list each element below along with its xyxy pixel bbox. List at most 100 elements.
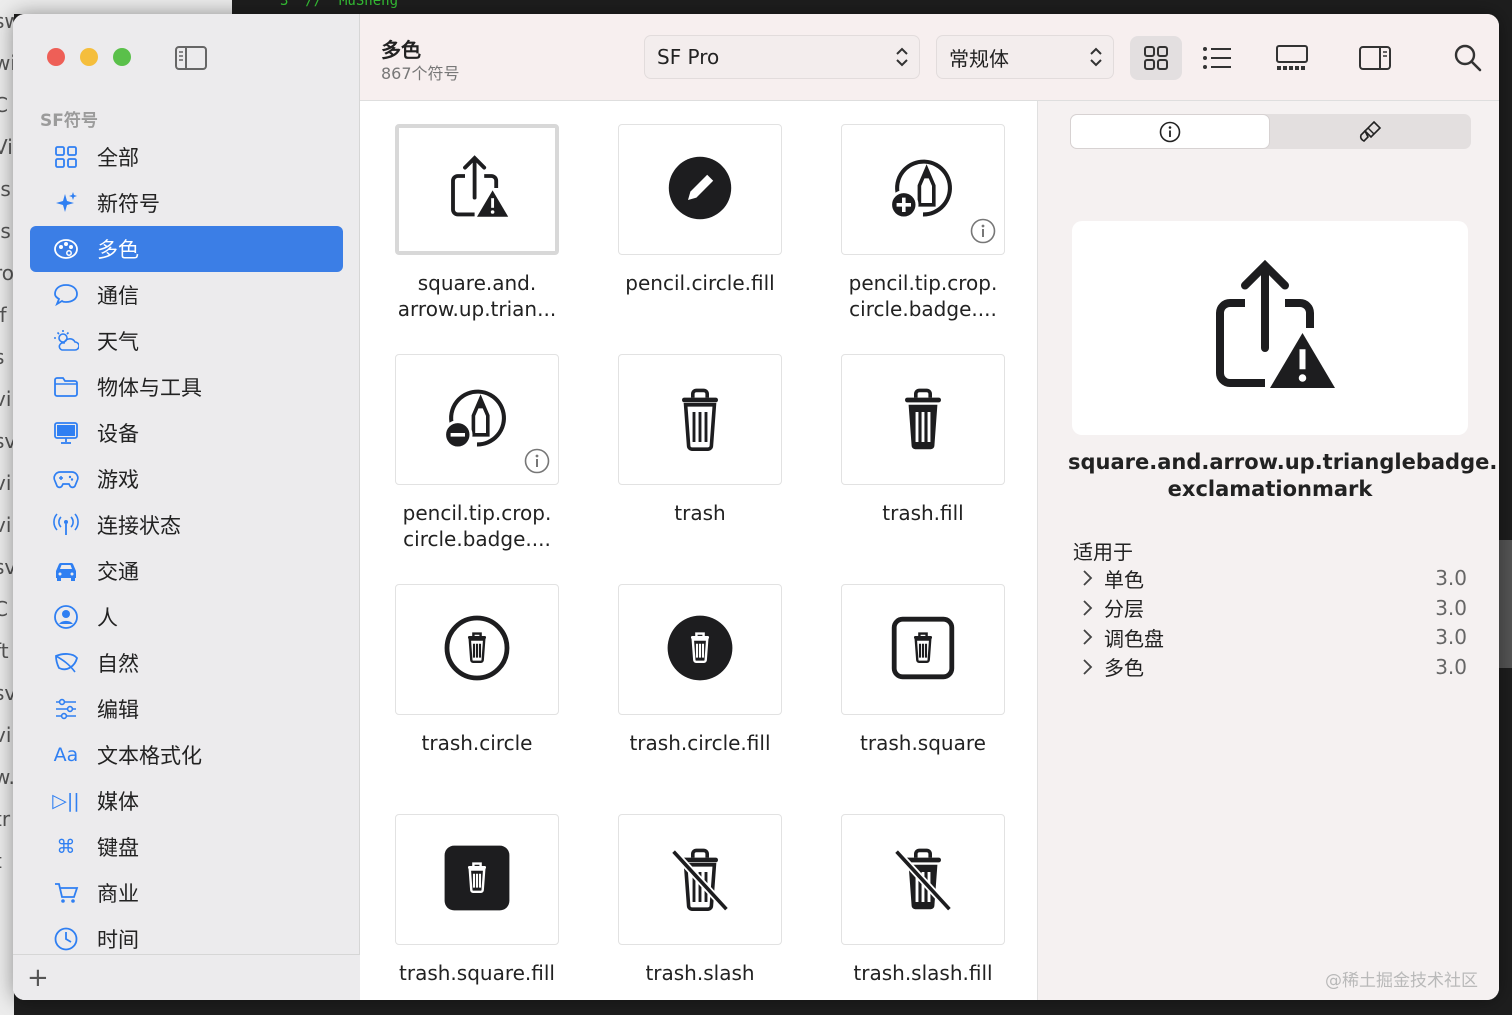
symbol-tile[interactable]: [841, 584, 1005, 715]
symbol-tile[interactable]: [395, 584, 559, 715]
sparkles-icon: [51, 188, 81, 218]
folder-icon: [51, 372, 81, 402]
symbol-name-label: trash.slash.fill: [853, 961, 993, 985]
symbol-cell[interactable]: pencil.circle.fill: [583, 114, 807, 344]
symbol-tile[interactable]: [841, 124, 1005, 255]
symbol-name-label: trash.fill: [882, 501, 964, 525]
sidebar-item-label: 多色: [97, 238, 139, 262]
sidebar-item-12[interactable]: 编辑: [30, 686, 343, 732]
sidebar: SF符号 全部 新符号 多色 通信 天气 物体与工具 设备 游戏 连接状态 交通人自然 编辑 Aa 文本…: [13, 14, 360, 1000]
background-left-strip: swiftwiCVi.s.sroifsvisvvivisvCftsvviw.tr…: [0, 0, 14, 1015]
sidebar-item-11[interactable]: 自然: [30, 640, 343, 686]
minimize-button[interactable]: [80, 48, 98, 66]
sidebar-item-4[interactable]: 天气: [30, 318, 343, 364]
background-fragment: tr: [0, 807, 11, 831]
inspector-toggle-button[interactable]: [1349, 36, 1401, 80]
symbol-cell[interactable]: trash.slash.fill: [806, 804, 1030, 1000]
sidebar-item-3[interactable]: 通信: [30, 272, 343, 318]
zoom-button[interactable]: [113, 48, 131, 66]
sidebar-item-6[interactable]: 设备: [30, 410, 343, 456]
symbol-name-label: trash.circle: [421, 731, 533, 755]
sidebar-item-0[interactable]: 全部: [30, 134, 343, 180]
sidebar-item-8[interactable]: 连接状态: [30, 502, 343, 548]
info-circle-icon[interactable]: [970, 218, 996, 248]
close-button[interactable]: [47, 48, 65, 66]
symbol-count: 867个符号: [381, 64, 460, 83]
symbol-tile[interactable]: [618, 124, 782, 255]
inspector-toggle-icon: [1359, 46, 1391, 70]
car-icon: [51, 556, 81, 586]
gallery-view-button[interactable]: [1266, 36, 1318, 80]
availability-row[interactable]: 分层 3.0: [1082, 593, 1467, 623]
sidebar-item-label: 物体与工具: [97, 376, 202, 400]
textformat-icon: Aa: [53, 744, 79, 766]
availability-row[interactable]: 调色盘 3.0: [1082, 622, 1467, 652]
sidebar-item-16[interactable]: 商业: [30, 870, 343, 916]
symbol-cell[interactable]: trash.circle: [360, 574, 584, 804]
sidebar-item-9[interactable]: 交通: [30, 548, 343, 594]
symbol-cell[interactable]: trash.square: [806, 574, 1030, 804]
chevron-right-icon: [1083, 570, 1093, 586]
background-fragment: sv: [0, 555, 14, 579]
info-circle-icon[interactable]: [524, 448, 550, 478]
trash-circle-icon: [441, 612, 513, 688]
paintbrush-icon: [1359, 120, 1382, 142]
grid-view-button[interactable]: [1130, 36, 1182, 80]
sidebar-item-14[interactable]: ▷|| 媒体: [30, 778, 343, 824]
sidebar-item-7[interactable]: 游戏: [30, 456, 343, 502]
search-button[interactable]: [1442, 36, 1494, 80]
symbol-tile[interactable]: [395, 124, 559, 255]
background-fragment: w.: [0, 765, 14, 789]
font-select-value: SF Pro: [657, 45, 720, 69]
symbol-tile[interactable]: [618, 584, 782, 715]
symbol-cell[interactable]: square.and. arrow.up.trian...: [360, 114, 584, 344]
background-fragment: vi: [0, 471, 12, 495]
sidebar-item-2[interactable]: 多色: [30, 226, 343, 272]
symbol-cell[interactable]: trash.circle.fill: [583, 574, 807, 804]
symbol-tile[interactable]: [841, 354, 1005, 485]
background-top-strip: [0, 0, 232, 14]
sf-symbols-window: SF符号 全部 新符号 多色 通信 天气 物体与工具 设备 游戏 连接状态 交通人自然 编辑 Aa 文本…: [13, 14, 1499, 1000]
list-view-button[interactable]: [1191, 36, 1243, 80]
symbol-cell[interactable]: pencil.tip.crop. circle.badge....: [360, 344, 584, 574]
selected-symbol-name: square.and.arrow.up.trianglebadge. excla…: [1068, 450, 1498, 501]
updown-chevron-icon: [895, 45, 909, 73]
symbol-tile[interactable]: [618, 814, 782, 945]
sidebar-item-label: 设备: [97, 422, 139, 446]
sidebar-item-5[interactable]: 物体与工具: [30, 364, 343, 410]
grid-icon: [51, 142, 81, 172]
symbol-tile[interactable]: [395, 814, 559, 945]
availability-row[interactable]: 多色 3.0: [1082, 652, 1467, 682]
clock-icon: [51, 924, 81, 954]
playpause-icon: ▷||: [52, 790, 80, 812]
symbol-tile[interactable]: [395, 354, 559, 485]
symbol-cell[interactable]: trash: [583, 344, 807, 574]
symbol-cell[interactable]: trash.square.fill: [360, 804, 584, 1000]
sidebar-item-13[interactable]: Aa 文本格式化: [30, 732, 343, 778]
symbol-tile[interactable]: [841, 814, 1005, 945]
updown-chevron-icon: [1089, 45, 1103, 73]
symbol-name-label: pencil.tip.crop. circle.badge....: [402, 501, 552, 551]
sidebar-toggle-icon[interactable]: [175, 46, 207, 70]
symbol-name-label: trash.square: [860, 731, 986, 755]
symbol-tile[interactable]: [618, 354, 782, 485]
pencil-circle-fill-icon: [664, 152, 736, 228]
watermark: @稀土掘金技术社区: [1325, 971, 1478, 991]
weight-select-value: 常规体: [949, 46, 1009, 71]
symbol-cell[interactable]: trash.slash: [583, 804, 807, 1000]
trash-square-fill-icon: [441, 842, 513, 918]
symbol-cell[interactable]: pencil.tip.crop. circle.badge....: [806, 114, 1030, 344]
weight-select[interactable]: 常规体: [936, 35, 1114, 79]
add-collection-button[interactable]: +: [27, 963, 49, 993]
sidebar-item-10[interactable]: 人: [30, 594, 343, 640]
background-fragment: C: [0, 597, 8, 621]
symbol-cell[interactable]: trash.fill: [806, 344, 1030, 574]
sidebar-item-label: 人: [97, 606, 118, 630]
sidebar-item-1[interactable]: 新符号: [30, 180, 343, 226]
customize-tab[interactable]: [1270, 114, 1470, 149]
background-right-strip: [1498, 0, 1512, 1015]
sidebar-item-15[interactable]: ⌘ 键盘: [30, 824, 343, 870]
info-tab[interactable]: [1070, 114, 1270, 149]
availability-row[interactable]: 单色 3.0: [1082, 563, 1467, 593]
font-select[interactable]: SF Pro: [644, 35, 920, 79]
